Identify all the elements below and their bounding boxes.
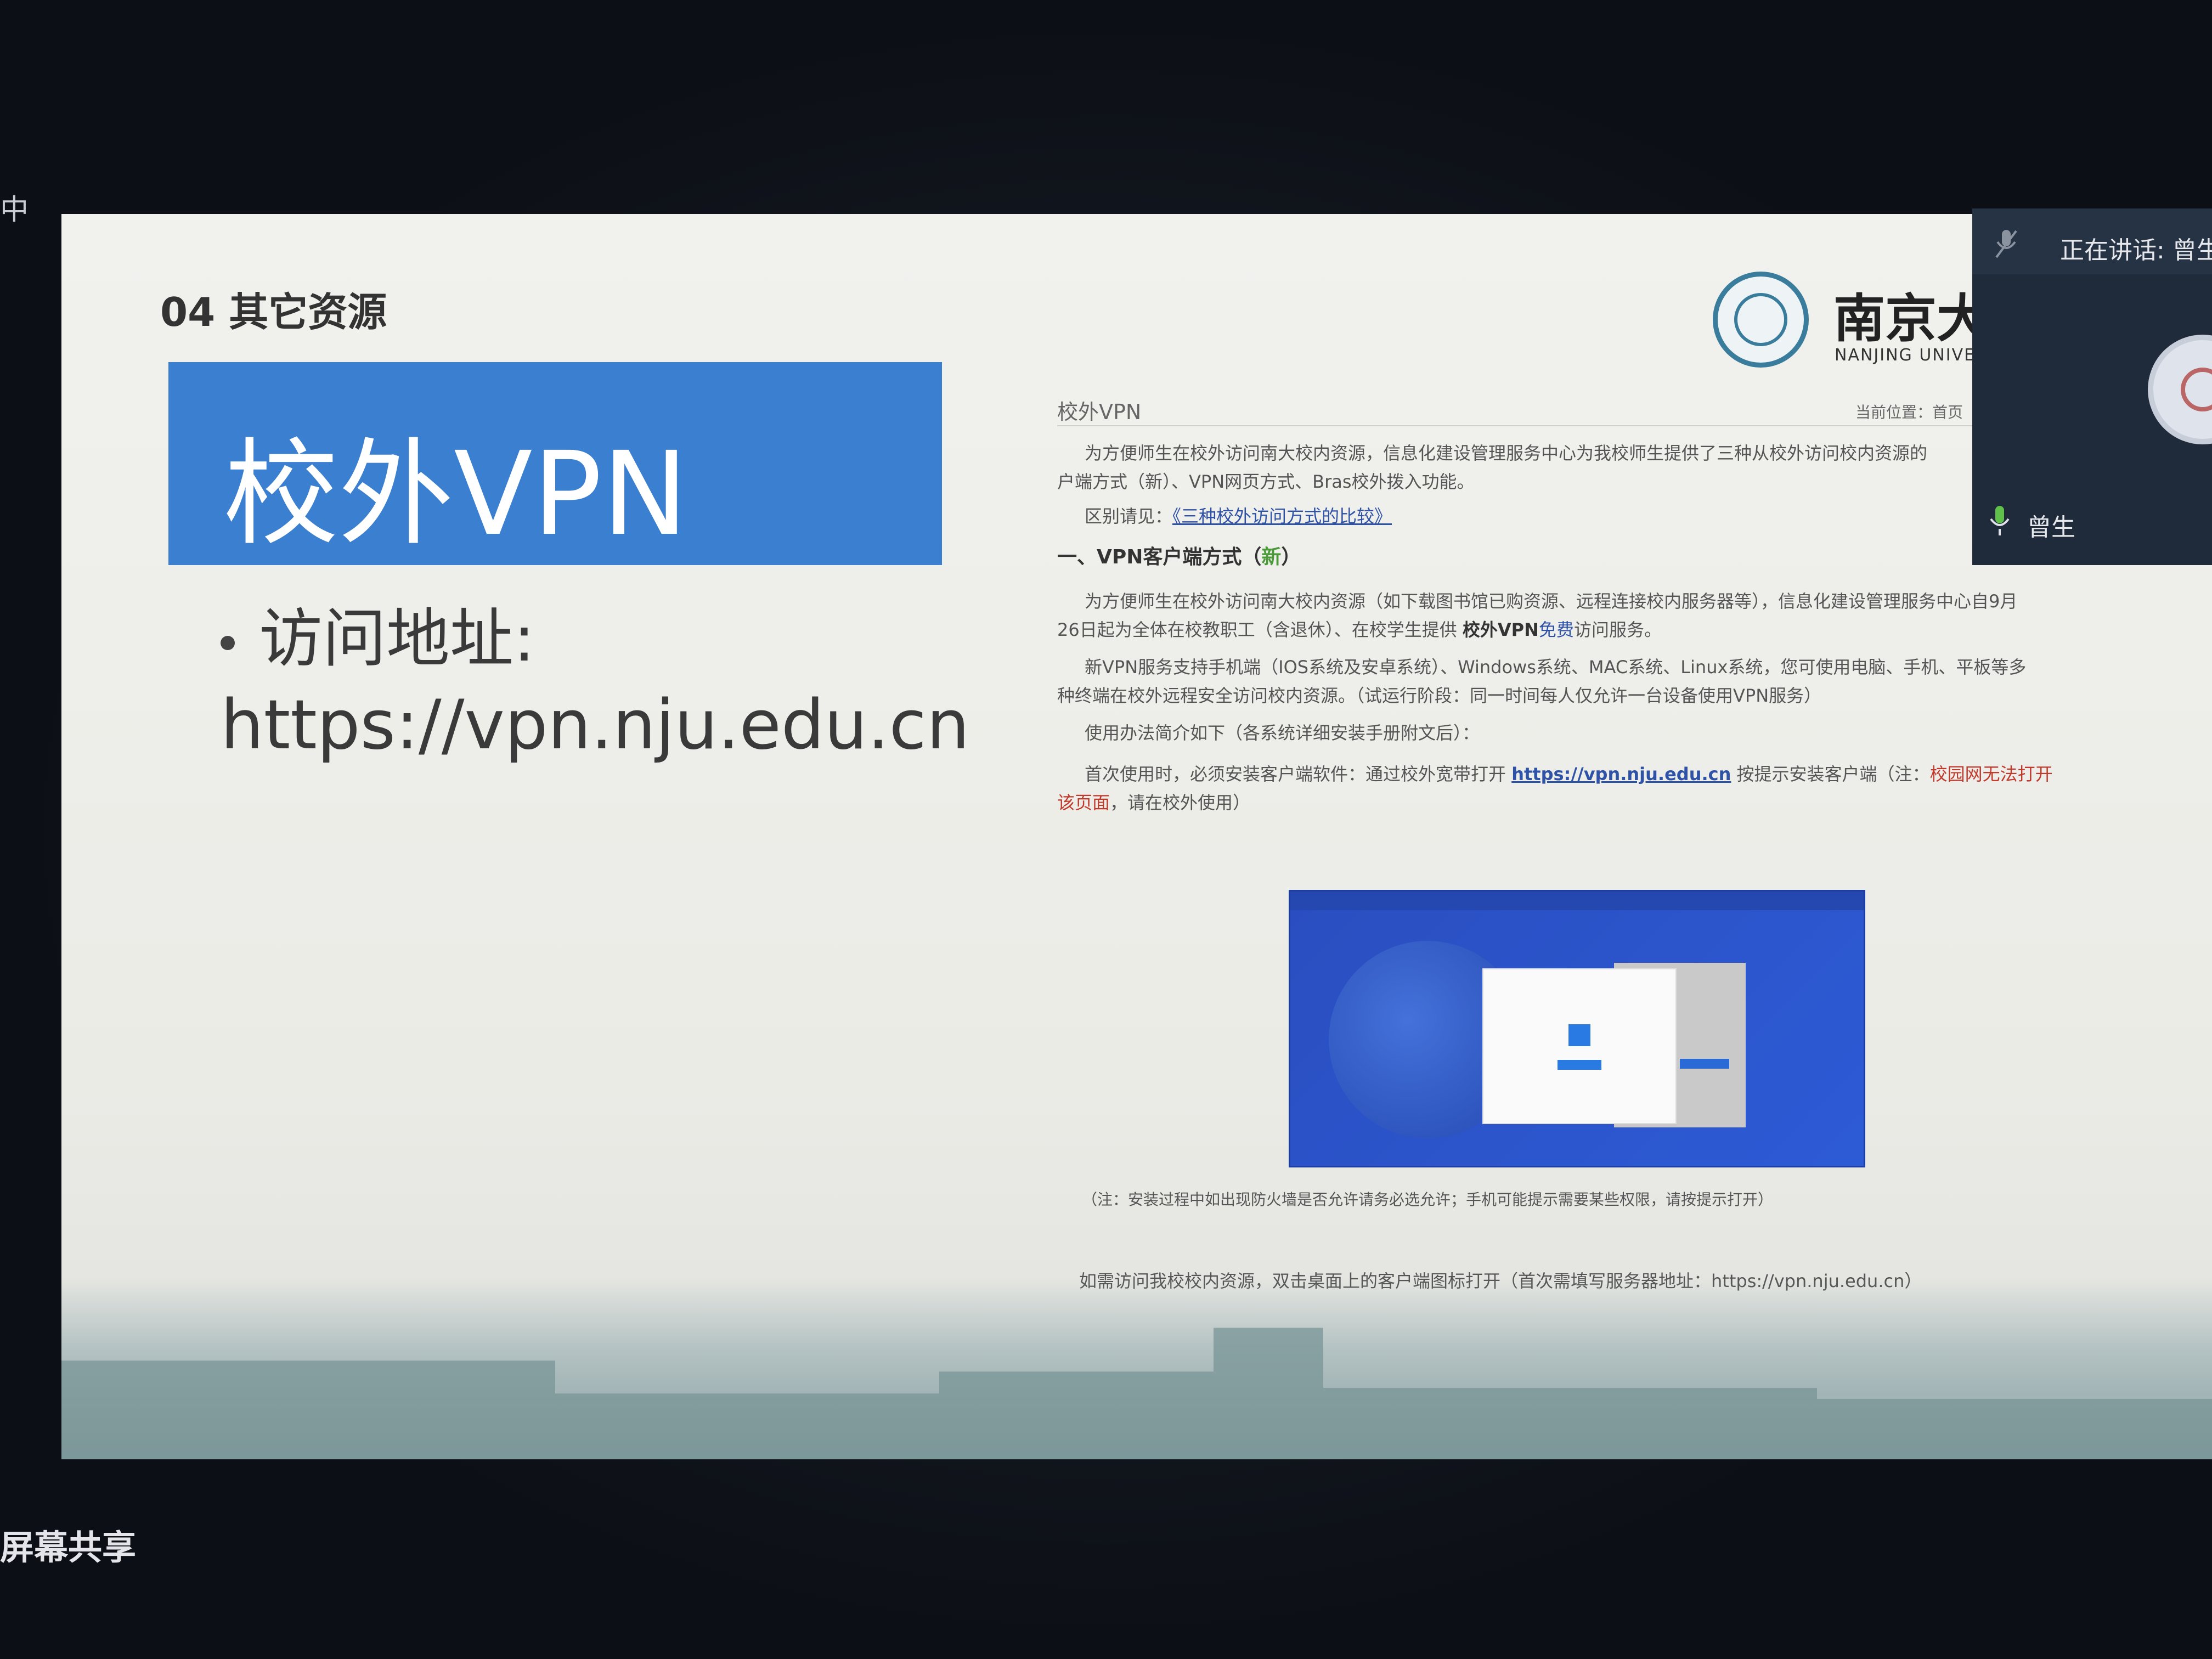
- p4-warning: 校园网无法打开: [1929, 764, 2053, 785]
- heading-text: 一、VPN客户端方式（: [1057, 546, 1262, 568]
- shared-slide: 04 其它资源 南京大 NANJING UNIVER 校外VPN 访问地址: h…: [61, 214, 2212, 1459]
- paragraph-platforms: 新VPN服务支持手机端（IOS系统及安卓系统）、Windows系统、MAC系统、…: [1057, 653, 2149, 710]
- p4-end: ，请在校外使用）: [1110, 792, 1251, 813]
- meeting-speaker-panel: 正在讲话: 曾生 曾生: [1972, 208, 2212, 565]
- vpn-client-screenshot: [1290, 891, 1864, 1166]
- edge-text: 中: [0, 194, 29, 227]
- paragraph-service: 为方便师生在校外访问南大校内资源（如下载图书馆已购资源、远程连接校内服务器等），…: [1057, 587, 2149, 644]
- install-note: （注：安装过程中如出现防火墙是否允许请务必选允许；手机可能提示需要某些权限，请按…: [1082, 1190, 1774, 1209]
- p4-text: 首次使用时，必须安装客户端软件：通过校外宽带打开: [1085, 764, 1512, 785]
- bullet-dot-icon: [221, 636, 235, 651]
- university-seal-icon: [1713, 272, 1809, 368]
- bullet-label: 访问地址:: [259, 602, 535, 676]
- breadcrumb: 当前位置：首页: [1855, 403, 1963, 421]
- vpn-url: https://vpn.nju.edu.cn: [221, 686, 970, 765]
- university-logo-cn: 南京大: [1833, 289, 1989, 349]
- paragraph-install: 首次使用时，必须安装客户端软件：通过校外宽带打开 https://vpn.nju…: [1057, 760, 2149, 817]
- p4-warning-2: 该页面: [1057, 792, 1110, 813]
- screenshot-side-button: [1680, 1059, 1729, 1069]
- screenshot-button: [1558, 1060, 1601, 1070]
- divider: [1057, 425, 2100, 426]
- speaking-bar: 正在讲话: 曾生: [1972, 208, 2212, 274]
- bullet-access-address: 访问地址:: [221, 587, 535, 679]
- windows-icon: [1568, 1024, 1590, 1046]
- screen-share-label: 屏幕共享: [0, 1527, 137, 1567]
- compare-link[interactable]: 《三种校外访问方式的比较》: [1172, 506, 1392, 527]
- p4-text-2: 按提示安装客户端（注：: [1731, 764, 1930, 785]
- compare-prefix: 区别请见：: [1085, 506, 1173, 527]
- p2-line-1: 新VPN服务支持手机端（IOS系统及安卓系统）、Windows系统、MAC系统、…: [1085, 657, 2027, 678]
- title-banner: 校外VPN: [168, 362, 942, 565]
- slide-title: 校外VPN: [223, 427, 689, 561]
- speaking-status: 正在讲话: 曾生: [2060, 236, 2212, 264]
- university-logo-en: NANJING UNIVER: [1835, 346, 1988, 365]
- p1-bold: 校外VPN: [1462, 619, 1539, 640]
- web-title: 校外VPN: [1057, 400, 1142, 424]
- campus-skyline: [61, 1278, 2212, 1459]
- p1-end: 访问服务。: [1573, 619, 1662, 640]
- mic-muted-icon[interactable]: [1994, 228, 2018, 261]
- heading-close: ）: [1281, 546, 1301, 568]
- paragraph-usage: 使用办法简介如下（各系统详细安装手册附文后）：: [1085, 723, 1480, 743]
- p1-line-1: 为方便师生在校外访问南大校内资源（如下载图书馆已购资源、远程连接校内服务器等），…: [1085, 591, 2018, 612]
- participant-avatar[interactable]: [2148, 335, 2212, 444]
- participant-name: 曾生: [2027, 514, 2075, 541]
- p4-link[interactable]: https://vpn.nju.edu.cn: [1511, 764, 1731, 785]
- p1-text: 26日起为全体在校教职工（含退休）、在校学生提供: [1057, 619, 1463, 640]
- p1-free: 免费: [1538, 619, 1574, 640]
- mic-icon: [1990, 506, 2010, 535]
- section-title: 04 其它资源: [160, 289, 387, 335]
- new-tag: 新: [1261, 546, 1282, 568]
- screenshot-dialog: [1482, 968, 1677, 1124]
- p2-line-2: 种终端在校外远程安全访问校内资源。（试运行阶段：同一时间每人仅允许一台设备使用V…: [1057, 685, 1822, 706]
- screenshot-titlebar: [1290, 891, 1864, 910]
